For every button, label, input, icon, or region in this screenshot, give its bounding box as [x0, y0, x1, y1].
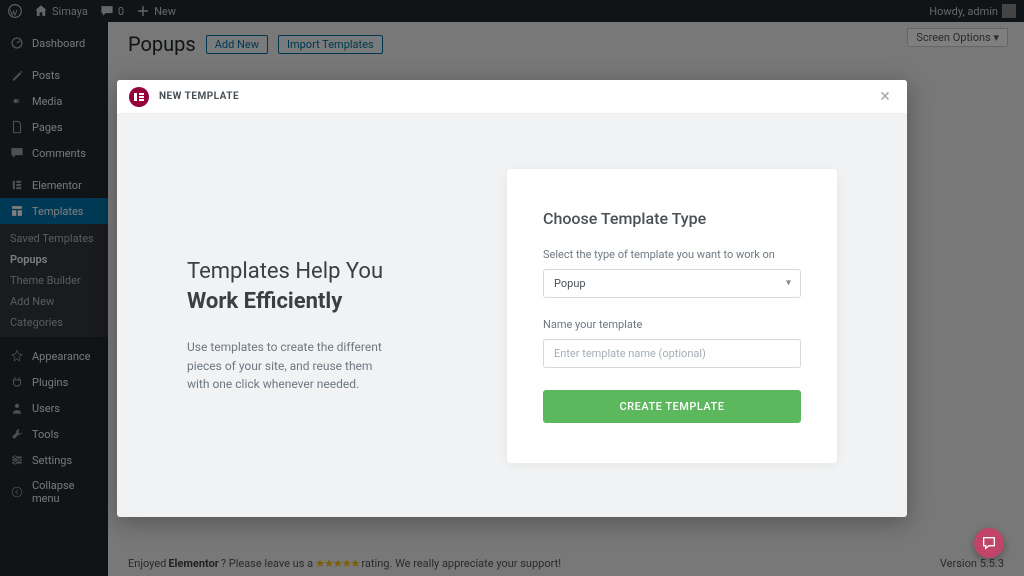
modal-title: NEW TEMPLATE: [159, 91, 239, 102]
type-label: Select the type of template you want to …: [543, 248, 801, 261]
create-template-button[interactable]: CREATE TEMPLATE: [543, 390, 801, 423]
new-template-modal: NEW TEMPLATE × Templates Help You Work E…: [117, 80, 907, 517]
template-name-input[interactable]: [543, 339, 801, 368]
card-heading: Choose Template Type: [543, 209, 801, 228]
template-form-card: Choose Template Type Select the type of …: [507, 169, 837, 463]
intro-description: Use templates to create the different pi…: [187, 338, 387, 394]
close-icon[interactable]: ×: [875, 86, 895, 107]
help-fab[interactable]: [974, 528, 1004, 558]
elementor-logo-icon: [129, 87, 149, 107]
intro-heading: Templates Help You Work Efficiently: [187, 257, 459, 316]
name-label: Name your template: [543, 318, 801, 331]
template-type-select[interactable]: Popup: [543, 269, 801, 298]
